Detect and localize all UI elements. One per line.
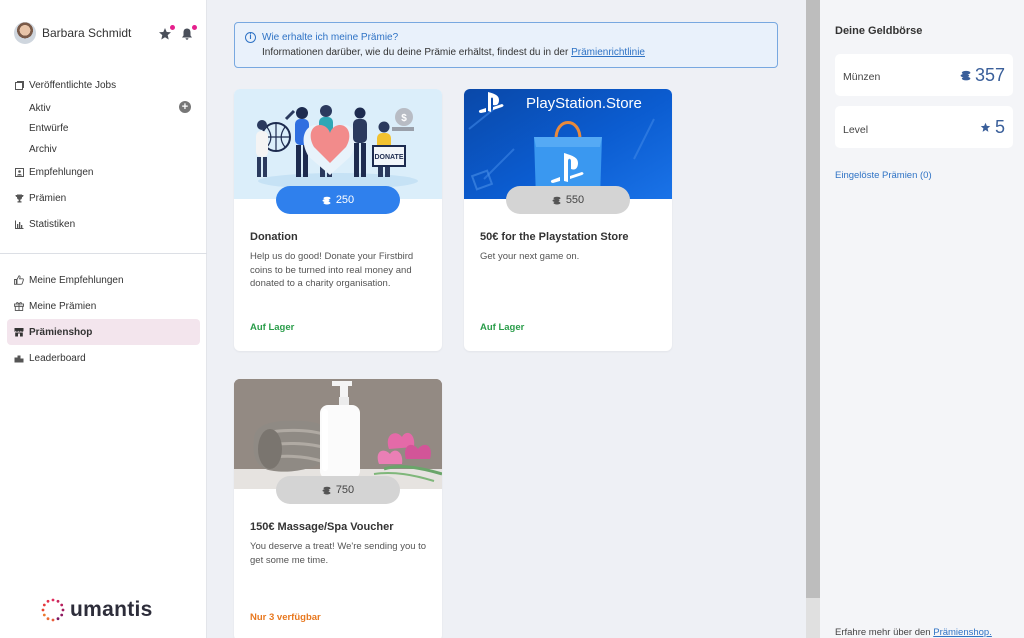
card-description: You deserve a treat! We're sending you t…	[250, 541, 427, 566]
stock-status: Auf Lager	[480, 322, 525, 333]
info-text: Informationen darüber, wie du deine Präm…	[262, 47, 645, 58]
info-icon: i	[245, 32, 256, 43]
nav-label-meine-empfehlungen: Meine Empfehlungen	[29, 274, 124, 286]
playstation-store-text: PlayStation.Store	[526, 95, 642, 112]
footer-shop-link[interactable]: Prämienshop.	[933, 627, 992, 638]
coins-card: Münzen 357	[835, 54, 1013, 96]
nav-item-jobs[interactable]: Veröffentlichte Jobs	[0, 72, 207, 98]
nav-label-praemienshop: Prämienshop	[29, 326, 93, 338]
nav-item-statistiken[interactable]: Statistiken	[0, 212, 207, 238]
info-policy-link[interactable]: Prämienrichtlinie	[571, 47, 645, 58]
main-content: i Wie erhalte ich meine Prämie? Informat…	[207, 0, 806, 638]
info-text-body: Informationen darüber, wie du deine Präm…	[262, 47, 572, 58]
coins-value: 357	[974, 65, 1005, 85]
price-value: 250	[335, 194, 355, 206]
nav-sub-aktiv[interactable]: Aktiv	[0, 98, 207, 119]
bell-badge	[192, 25, 197, 30]
level-card: Level 5	[835, 106, 1013, 148]
wallet-panel: Deine Geldbörse Münzen 357 Level 5 Einge…	[820, 0, 1024, 638]
stock-status: Nur 3 verfügbar	[250, 612, 321, 623]
info-title: Wie erhalte ich meine Prämie?	[262, 32, 399, 43]
star-badge	[170, 25, 175, 30]
level-value: 5	[994, 117, 1005, 137]
avatar[interactable]	[14, 22, 36, 44]
coins-label: Münzen	[843, 71, 881, 83]
nav-personal-group: Meine Empfehlungen Meine Prämien Prämien…	[0, 267, 207, 371]
nav-label-statistiken: Statistiken	[29, 219, 76, 230]
trophy-icon	[14, 194, 24, 204]
stock-status: Auf Lager	[250, 322, 295, 333]
nav-jobs-group: Veröffentlichte Jobs Aktiv Entwürfe Arch…	[0, 72, 207, 238]
reward-card-playstation[interactable]: PlayStation.Store 550 50€ for the Playst…	[464, 89, 672, 351]
reward-card-spa[interactable]: 750 150€ Massage/Spa Voucher You deserve…	[234, 379, 442, 638]
card-title: 50€ for the Playstation Store	[480, 231, 629, 243]
wallet-title: Deine Geldbörse	[835, 25, 923, 37]
user-profile[interactable]: Barbara Schmidt	[14, 22, 131, 44]
bar-chart-icon	[14, 220, 24, 230]
gift-icon	[14, 301, 24, 311]
nav-label-meine-praemien: Meine Prämien	[29, 300, 97, 312]
nav-label-praemien: Prämien	[29, 193, 67, 204]
nav-item-leaderboard[interactable]: Leaderboard	[0, 345, 207, 371]
price-pill: 250	[276, 186, 400, 214]
coins-icon	[322, 196, 331, 204]
wallet-footer: Erfahre mehr über den Prämienshop.	[835, 627, 992, 638]
info-banner: i Wie erhalte ich meine Prämie? Informat…	[234, 22, 778, 68]
coins-icon	[552, 196, 561, 204]
nav-sub-entwuerfe[interactable]: Entwürfe	[0, 119, 207, 140]
add-job-button[interactable]: +	[179, 101, 191, 113]
sidebar: Barbara Schmidt Veröffentlichte Jobs Akt…	[0, 0, 207, 638]
sidebar-divider	[0, 253, 207, 254]
redeemed-rewards-link[interactable]: Eingelöste Prämien (0)	[835, 170, 932, 181]
card-title: Donation	[250, 231, 298, 243]
coins-icon	[322, 486, 331, 494]
price-pill: 750	[276, 476, 400, 504]
bell-icon[interactable]	[180, 25, 197, 41]
svg-text:$: $	[401, 113, 407, 124]
nav-label-leaderboard: Leaderboard	[29, 352, 86, 364]
umantis-logo-mark	[41, 598, 65, 622]
jobs-icon	[14, 80, 24, 90]
nav-sub-archiv[interactable]: Archiv	[0, 139, 207, 160]
price-value: 550	[565, 194, 585, 206]
star-icon	[980, 122, 991, 132]
logo-text: umantis	[70, 598, 153, 621]
podium-icon	[14, 353, 24, 363]
card-description: Get your next game on.	[480, 251, 580, 262]
umantis-logo: umantis	[40, 597, 153, 623]
user-name: Barbara Schmidt	[42, 26, 132, 40]
coins-value-wrap: 357	[960, 65, 1005, 86]
price-value: 750	[335, 484, 355, 496]
nav-item-empfehlungen[interactable]: Empfehlungen	[0, 160, 207, 186]
reward-card-donation[interactable]: DONATE $ 250 Donation Help us do good! D…	[234, 89, 442, 351]
nav-item-meine-praemien[interactable]: Meine Prämien	[0, 293, 207, 319]
nav-label-empfehlungen: Empfehlungen	[29, 167, 94, 178]
card-description: Help us do good! Donate your Firstbird c…	[250, 251, 414, 289]
nav-item-praemienshop[interactable]: Prämienshop	[7, 319, 200, 345]
spa-image: 750	[234, 379, 442, 504]
footer-text: Erfahre mehr über den	[835, 627, 934, 638]
nav-item-praemien[interactable]: Prämien	[0, 186, 207, 212]
store-icon	[14, 327, 24, 337]
scrollbar-thumb[interactable]	[806, 0, 820, 598]
level-value-wrap: 5	[980, 117, 1005, 138]
donate-sign-text: DONATE	[374, 154, 403, 161]
star-icon[interactable]	[158, 25, 175, 41]
coins-icon	[960, 70, 971, 81]
level-label: Level	[843, 124, 869, 136]
thumbs-up-icon	[14, 275, 24, 285]
nav-item-meine-empfehlungen[interactable]: Meine Empfehlungen	[0, 267, 207, 293]
contact-card-icon	[14, 168, 24, 178]
card-title: 150€ Massage/Spa Voucher	[250, 521, 394, 533]
top-icons	[158, 25, 197, 41]
playstation-image: PlayStation.Store 550	[464, 89, 672, 214]
nav-label-jobs: Veröffentlichte Jobs	[29, 79, 117, 91]
donation-image: DONATE $ 250	[234, 89, 442, 214]
price-pill: 550	[506, 186, 630, 214]
